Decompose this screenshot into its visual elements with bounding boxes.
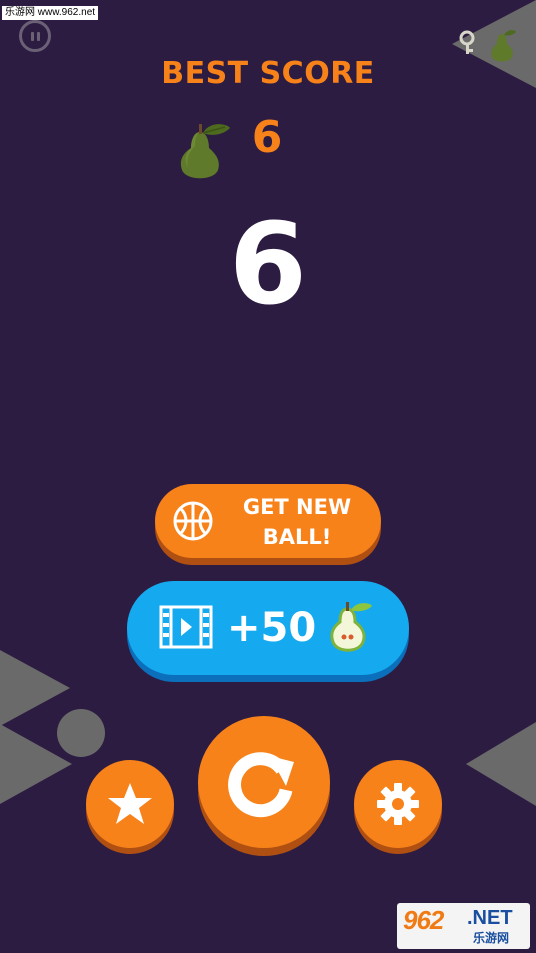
- video-film-icon: [159, 605, 213, 649]
- pear-icon: [330, 602, 372, 652]
- watermark-top: 乐游网 www.962.net: [2, 6, 99, 20]
- ball: [57, 709, 105, 757]
- get-new-ball-line2: BALL!: [262, 525, 332, 549]
- gear-icon: [377, 783, 419, 825]
- settings-button[interactable]: [354, 760, 442, 848]
- replay-icon: [228, 752, 294, 818]
- get-new-ball-line1: GET NEW: [242, 495, 352, 519]
- key-icon: [459, 30, 475, 54]
- obstacle-triangle-right: [466, 722, 536, 806]
- best-score-value: 6: [251, 112, 283, 163]
- obstacle-triangle-left-upper: [0, 650, 70, 726]
- get-new-ball-label: GET NEW BALL!: [227, 492, 367, 552]
- star-icon: [108, 783, 152, 824]
- watermark-number: 962: [403, 905, 444, 935]
- best-score-label: BEST SCORE: [161, 56, 375, 91]
- pause-icon[interactable]: [19, 20, 51, 52]
- video-reward-amount: +50: [227, 605, 317, 651]
- watermark-domain: .NET: [467, 907, 513, 929]
- current-score: 6: [229, 200, 307, 330]
- get-new-ball-button[interactable]: GET NEW BALL!: [155, 484, 381, 558]
- basketball-icon: [173, 501, 213, 541]
- watermark-bottom: 962 .NET 乐游网: [397, 903, 530, 949]
- pear-icon: [180, 124, 230, 179]
- rate-star-button[interactable]: [86, 760, 174, 848]
- watch-video-reward-button[interactable]: +50: [127, 581, 409, 675]
- watermark-cn: 乐游网: [473, 931, 510, 945]
- replay-button[interactable]: [198, 716, 330, 848]
